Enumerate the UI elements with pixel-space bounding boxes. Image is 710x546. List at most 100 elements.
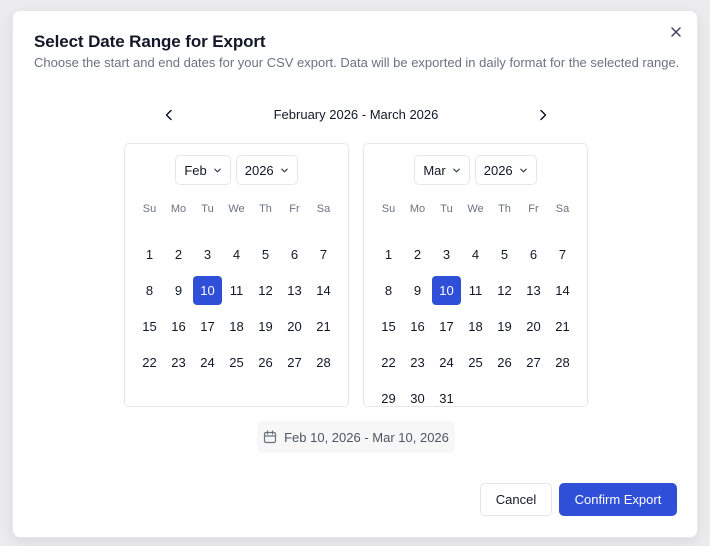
- day-cell[interactable]: 1: [374, 240, 403, 269]
- day-cell[interactable]: 8: [135, 276, 164, 305]
- weekday-header: Fr: [289, 203, 300, 215]
- day-cell[interactable]: 12: [490, 276, 519, 305]
- chevron-down-icon: [519, 168, 527, 172]
- day-cell[interactable]: 7: [309, 240, 338, 269]
- day-cell[interactable]: 22: [374, 348, 403, 377]
- day-cell[interactable]: 24: [193, 348, 222, 377]
- day-cell[interactable]: 16: [403, 312, 432, 341]
- day-cell-selected[interactable]: 10: [432, 276, 461, 305]
- chevron-down-icon: [452, 168, 460, 172]
- calendar-month-february: Feb 2026 Su Mo Tu We Th Fr Sa 1 2 3 4 5 6 7 8 9 10 11 12 13…: [124, 143, 349, 407]
- day-cell[interactable]: 22: [135, 348, 164, 377]
- month-select[interactable]: Feb: [175, 155, 231, 185]
- day-cell[interactable]: 14: [548, 276, 577, 305]
- day-cell[interactable]: 13: [519, 276, 548, 305]
- day-cell[interactable]: 18: [222, 312, 251, 341]
- year-select-value: 2026: [244, 162, 274, 178]
- day-cell[interactable]: 18: [461, 312, 490, 341]
- day-cell[interactable]: 2: [164, 240, 193, 269]
- day-cell[interactable]: 30: [403, 384, 432, 413]
- weekday-header: Mo: [170, 203, 187, 215]
- weekday-header: Sa: [555, 203, 570, 215]
- dialog-title: Select Date Range for Export: [34, 32, 266, 51]
- day-cell[interactable]: 21: [309, 312, 338, 341]
- weekday-header: Su: [142, 203, 157, 215]
- day-cell[interactable]: 20: [280, 312, 309, 341]
- export-date-range-dialog: Select Date Range for Export Choose the …: [12, 10, 698, 538]
- weekday-header: Fr: [528, 203, 539, 215]
- day-cell[interactable]: 13: [280, 276, 309, 305]
- day-cell-selected[interactable]: 10: [193, 276, 222, 305]
- chevron-down-icon: [213, 168, 221, 172]
- month-select-value: Mar: [423, 162, 446, 178]
- month-select-value: Feb: [184, 162, 207, 178]
- day-cell[interactable]: 28: [309, 348, 338, 377]
- day-cell[interactable]: 24: [432, 348, 461, 377]
- day-cell[interactable]: 27: [280, 348, 309, 377]
- dialog-subtitle: Choose the start and end dates for your …: [34, 55, 680, 70]
- day-cell[interactable]: 11: [222, 276, 251, 305]
- year-select-value: 2026: [483, 162, 513, 178]
- day-cell[interactable]: 3: [432, 240, 461, 269]
- day-cell[interactable]: 26: [251, 348, 280, 377]
- chevron-down-icon: [280, 168, 288, 172]
- chevron-left-icon[interactable]: [159, 105, 179, 125]
- day-cell[interactable]: 28: [548, 348, 577, 377]
- weekday-header: We: [467, 203, 484, 215]
- day-cell[interactable]: 31: [432, 384, 461, 413]
- day-cell[interactable]: 9: [164, 276, 193, 305]
- selected-range-summary: Feb 10, 2026 - Mar 10, 2026: [257, 421, 455, 453]
- close-icon[interactable]: [667, 23, 685, 41]
- weekday-header: Tu: [201, 203, 214, 215]
- day-cell[interactable]: 25: [461, 348, 490, 377]
- day-cell[interactable]: 29: [374, 384, 403, 413]
- day-cell[interactable]: 23: [164, 348, 193, 377]
- day-cell[interactable]: 23: [403, 348, 432, 377]
- day-cell[interactable]: 21: [548, 312, 577, 341]
- day-cell[interactable]: 26: [490, 348, 519, 377]
- day-cell[interactable]: 8: [374, 276, 403, 305]
- day-cell[interactable]: 11: [461, 276, 490, 305]
- weekday-header: Sa: [316, 203, 331, 215]
- day-cell[interactable]: 1: [135, 240, 164, 269]
- weekday-header: Th: [498, 203, 511, 215]
- day-cell[interactable]: 19: [490, 312, 519, 341]
- day-cell[interactable]: 7: [548, 240, 577, 269]
- day-cell[interactable]: 27: [519, 348, 548, 377]
- day-cell[interactable]: 2: [403, 240, 432, 269]
- day-cell[interactable]: 20: [519, 312, 548, 341]
- chevron-right-icon[interactable]: [533, 105, 553, 125]
- day-cell[interactable]: 25: [222, 348, 251, 377]
- day-cell[interactable]: 14: [309, 276, 338, 305]
- cancel-button[interactable]: Cancel: [480, 483, 552, 516]
- day-cell[interactable]: 15: [374, 312, 403, 341]
- weekday-header: Tu: [440, 203, 453, 215]
- weekday-header: Th: [259, 203, 272, 215]
- day-cell[interactable]: 6: [280, 240, 309, 269]
- day-cell[interactable]: 15: [135, 312, 164, 341]
- day-grid: Su Mo Tu We Th Fr Sa 1 2 3 4 5 6 7 8 9 10 11 12 13 14 15 16 17 1…: [374, 200, 577, 416]
- confirm-export-button[interactable]: Confirm Export: [559, 483, 677, 516]
- day-cell[interactable]: 5: [251, 240, 280, 269]
- day-grid: Su Mo Tu We Th Fr Sa 1 2 3 4 5 6 7 8 9 10 11 12 13 14 15 16 17 1…: [135, 200, 338, 380]
- day-cell[interactable]: 12: [251, 276, 280, 305]
- selected-range-text: Feb 10, 2026 - Mar 10, 2026: [284, 429, 449, 445]
- day-cell[interactable]: 4: [222, 240, 251, 269]
- day-cell[interactable]: 3: [193, 240, 222, 269]
- day-cell[interactable]: 17: [432, 312, 461, 341]
- day-cell[interactable]: 4: [461, 240, 490, 269]
- month-select[interactable]: Mar: [414, 155, 470, 185]
- day-cell[interactable]: 17: [193, 312, 222, 341]
- range-heading: February 2026 - March 2026: [273, 107, 439, 122]
- day-cell[interactable]: 9: [403, 276, 432, 305]
- calendar-month-march: Mar 2026 Su Mo Tu We Th Fr Sa 1 2 3 4 5 6 7 8 9 10 11 12 13…: [363, 143, 588, 407]
- year-select[interactable]: 2026: [474, 155, 537, 185]
- weekday-header: Su: [381, 203, 396, 215]
- year-select[interactable]: 2026: [235, 155, 298, 185]
- day-cell[interactable]: 6: [519, 240, 548, 269]
- day-cell[interactable]: 16: [164, 312, 193, 341]
- weekday-header: Mo: [409, 203, 426, 215]
- day-cell[interactable]: 5: [490, 240, 519, 269]
- calendar-icon: [264, 430, 277, 444]
- day-cell[interactable]: 19: [251, 312, 280, 341]
